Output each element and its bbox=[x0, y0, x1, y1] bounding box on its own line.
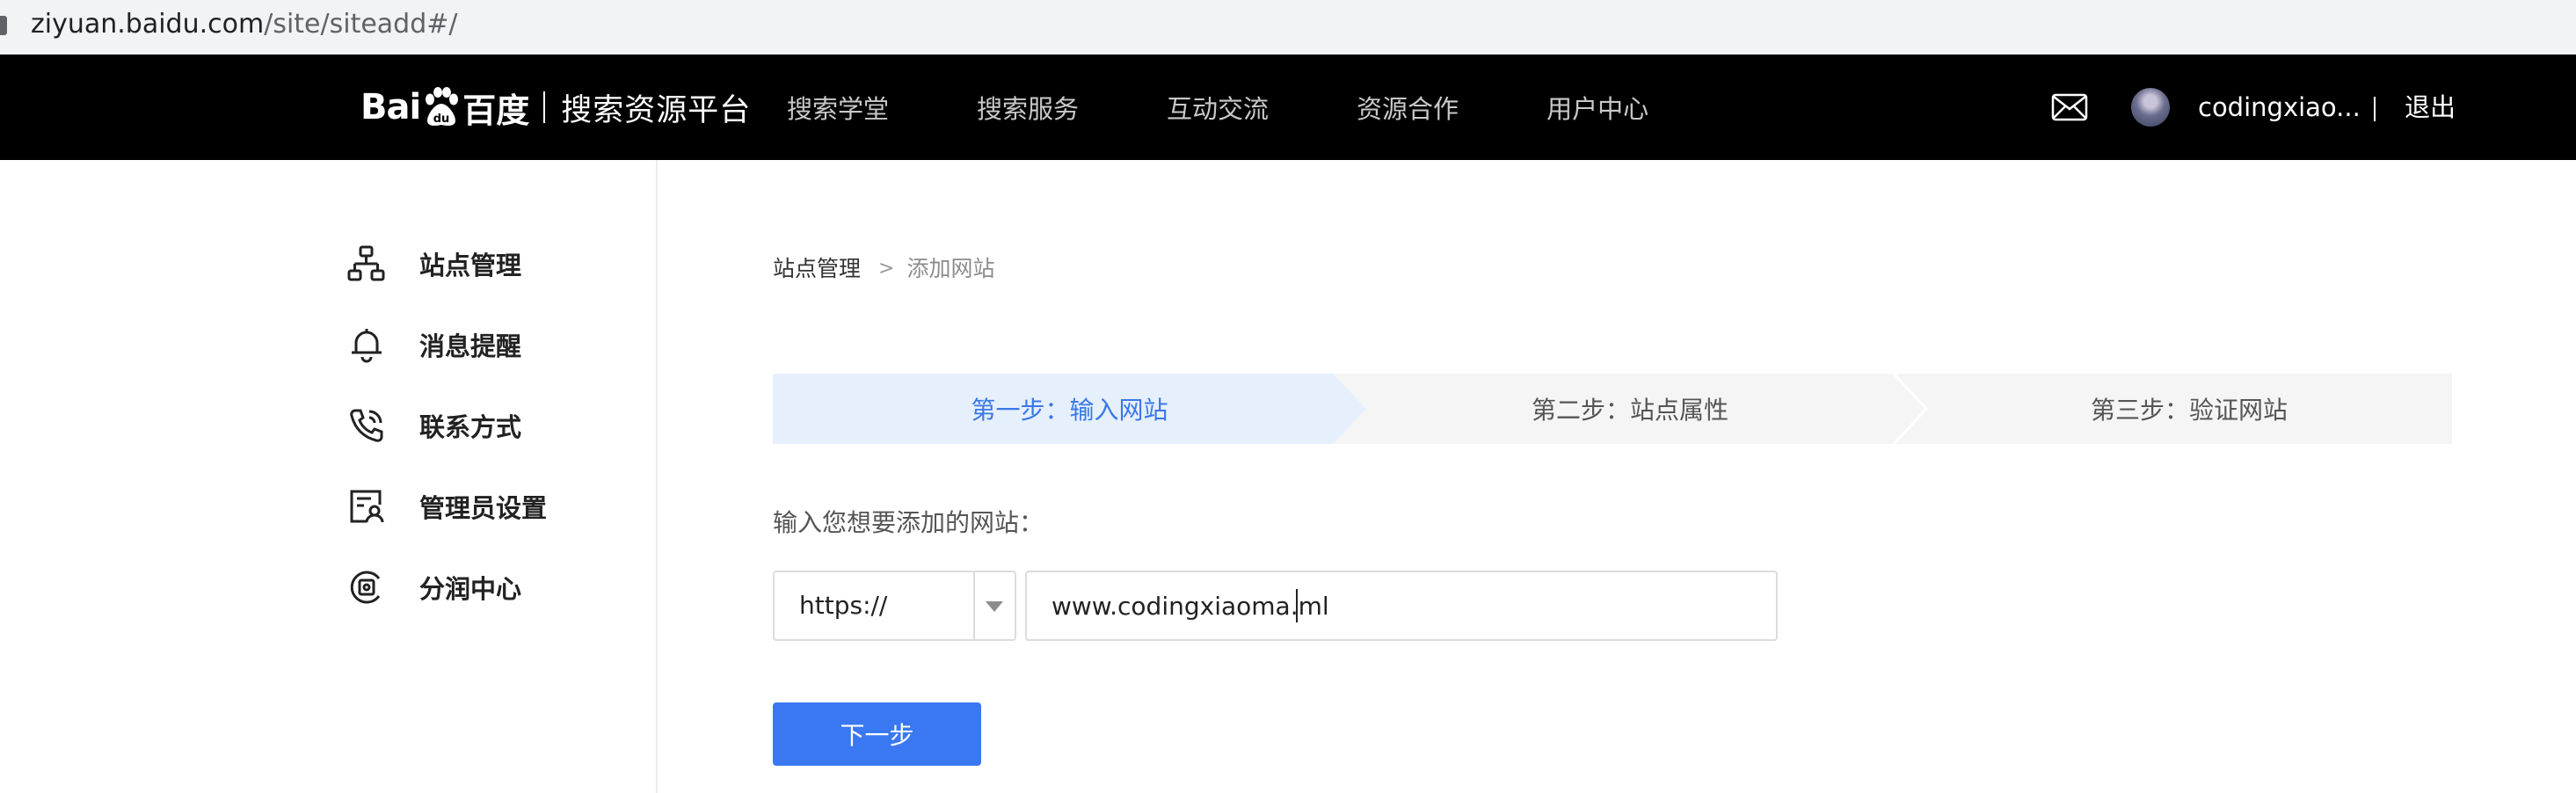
avatar[interactable] bbox=[2131, 88, 2170, 127]
nav-item-search-services[interactable]: 搜索服务 bbox=[977, 89, 1079, 126]
step-1: 第一步：输入网站 bbox=[971, 396, 1168, 425]
sitemap-icon bbox=[347, 244, 386, 283]
logo-bai-text: Bai bbox=[360, 87, 421, 127]
breadcrumb-current: 添加网站 bbox=[906, 256, 995, 281]
url-host: ziyuan.baidu.com bbox=[31, 9, 265, 40]
top-nav: Bai du 百度 搜索资源平台 搜索学堂 搜索服务 互动交流 资源合作 用户中… bbox=[0, 55, 2576, 160]
sidebar-item-notifications[interactable]: 消息提醒 bbox=[347, 322, 521, 367]
sidebar-item-admin-settings[interactable]: 管理员设置 bbox=[347, 484, 547, 529]
nav-item-cooperation[interactable]: 资源合作 bbox=[1357, 89, 1459, 126]
next-step-button[interactable]: 下一步 bbox=[773, 702, 981, 766]
sidebar-item-site-management[interactable]: 站点管理 bbox=[347, 241, 521, 287]
select-separator bbox=[973, 572, 975, 639]
url-path: /site/siteadd#/ bbox=[264, 9, 458, 40]
nav-item-search-academy[interactable]: 搜索学堂 bbox=[787, 89, 889, 126]
sidebar-item-label: 分润中心 bbox=[419, 574, 522, 604]
nav-item-interaction[interactable]: 互动交流 bbox=[1167, 89, 1269, 126]
site-input-prompt: 输入您想要添加的网站： bbox=[773, 508, 1044, 537]
url-text[interactable]: ziyuan.baidu.com/site/siteadd#/ bbox=[31, 5, 458, 44]
sidebar-item-label: 联系方式 bbox=[419, 412, 522, 442]
sidebar-item-label: 消息提醒 bbox=[419, 331, 522, 361]
breadcrumb: 站点管理 > 添加网站 bbox=[773, 253, 994, 285]
sidebar-item-revenue-center[interactable]: 分润中心 bbox=[347, 564, 521, 610]
logo-du-text: 百度 bbox=[462, 91, 530, 130]
baidu-paw-icon: du bbox=[426, 87, 459, 126]
revenue-icon bbox=[347, 568, 386, 607]
platform-name: 搜索资源平台 bbox=[561, 92, 752, 128]
phone-icon bbox=[347, 406, 386, 445]
sidebar-item-label: 站点管理 bbox=[419, 251, 522, 280]
protocol-select[interactable]: https:// bbox=[773, 571, 1016, 641]
breadcrumb-parent[interactable]: 站点管理 bbox=[773, 253, 861, 285]
caret-down-icon[interactable] bbox=[986, 601, 1003, 612]
bell-icon bbox=[347, 325, 386, 364]
step-progress: 第一步：输入网站 第二步：站点属性 第三步：验证网站 bbox=[773, 374, 2452, 444]
protocol-value: https:// bbox=[799, 591, 888, 620]
logout-link[interactable]: 退出 bbox=[2405, 90, 2456, 125]
sidebar-item-contact[interactable]: 联系方式 bbox=[347, 403, 521, 448]
nav-item-user-center[interactable]: 用户中心 bbox=[1546, 89, 1648, 126]
sidebar: 站点管理 消息提醒 联系方式 管理员设置 分润中心 bbox=[0, 160, 658, 793]
text-cursor bbox=[1296, 589, 1298, 622]
chevron-right-icon: > bbox=[878, 258, 895, 280]
brand-logo[interactable]: Bai du 百度 搜索资源平台 bbox=[360, 81, 751, 134]
header-divider bbox=[2374, 97, 2376, 121]
lock-icon bbox=[0, 16, 7, 35]
admin-icon bbox=[347, 487, 386, 526]
site-url-input[interactable] bbox=[1025, 571, 1778, 641]
brand-separator bbox=[543, 91, 546, 123]
sidebar-item-label: 管理员设置 bbox=[419, 493, 548, 523]
svg-text:du: du bbox=[433, 113, 450, 126]
browser-url-bar[interactable]: ziyuan.baidu.com/site/siteadd#/ bbox=[0, 0, 2576, 55]
username[interactable]: codingxiao... bbox=[2198, 90, 2361, 125]
main-nav: 搜索学堂 搜索服务 互动交流 资源合作 用户中心 bbox=[787, 55, 1736, 160]
mail-icon[interactable] bbox=[2051, 93, 2088, 121]
step-2: 第二步：站点属性 bbox=[1531, 396, 1728, 425]
step-3: 第三步：验证网站 bbox=[2090, 396, 2288, 425]
